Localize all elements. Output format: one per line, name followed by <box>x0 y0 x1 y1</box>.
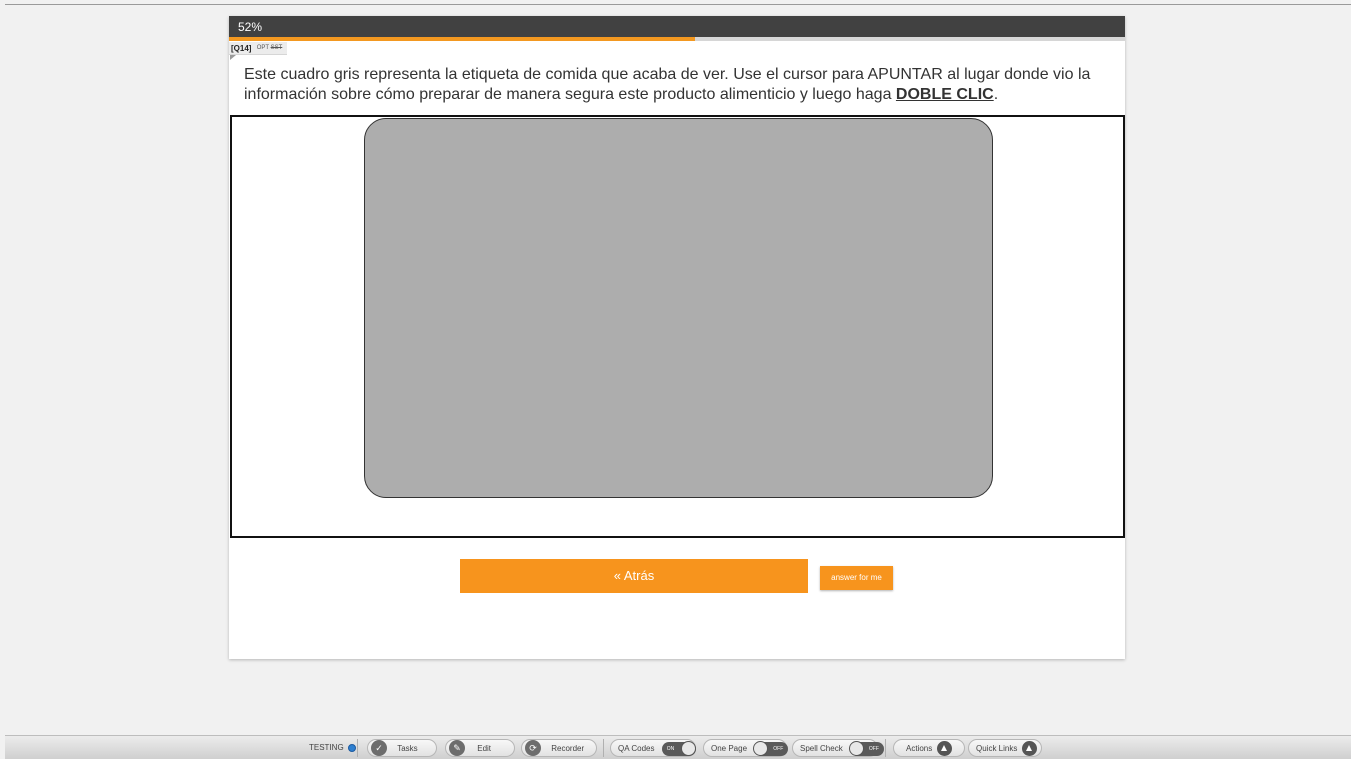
qa-codes-state: ON <box>666 745 675 752</box>
switch-knob-icon <box>848 740 864 756</box>
switch-knob-icon <box>680 740 696 756</box>
switch-knob-icon <box>753 740 769 756</box>
arrow-up-icon <box>1022 741 1038 757</box>
opt-flag: OPT <box>256 45 269 51</box>
spell-check-label: Spell Check <box>800 744 843 753</box>
qa-codes-switch[interactable]: ON <box>661 740 696 756</box>
back-button[interactable]: « Atrás <box>460 559 808 593</box>
question-text: Este cuadro gris representa la etiqueta … <box>244 65 1114 105</box>
progress-header: 52% <box>229 16 1125 38</box>
spell-check-toggle[interactable]: Spell Check OFF <box>792 739 884 757</box>
spell-check-state: OFF <box>868 745 879 752</box>
tag-tail-icon <box>230 55 236 60</box>
quick-links-menu[interactable]: Quick Links <box>968 739 1042 757</box>
actions-label: Actions <box>906 744 933 753</box>
arrow-up-icon <box>937 741 953 757</box>
testing-label: TESTING <box>309 743 344 752</box>
question-emphasis: DOBLE CLIC <box>895 86 994 103</box>
one-page-label: One Page <box>711 744 748 753</box>
click-area-frame <box>230 115 1125 538</box>
spell-check-switch[interactable]: OFF <box>848 740 884 756</box>
actions-menu[interactable]: Actions <box>893 739 965 757</box>
question-id-tag: [Q14] OPT SST <box>229 42 288 55</box>
survey-card: 52% [Q14] OPT SST Este cuadro gris repre… <box>229 16 1125 659</box>
recorder-label: Recorder <box>551 744 585 753</box>
recorder-button[interactable]: ⟳ Recorder <box>521 739 597 757</box>
tasks-button[interactable]: ✓ Tasks <box>367 739 437 757</box>
one-page-switch[interactable]: OFF <box>753 740 789 756</box>
qa-codes-toggle[interactable]: QA Codes ON <box>610 739 696 757</box>
question-id: [Q14] <box>231 44 252 53</box>
question-end: . <box>993 86 999 103</box>
sst-flag: SST <box>270 45 283 51</box>
recorder-icon: ⟳ <box>525 740 541 756</box>
check-icon: ✓ <box>371 740 387 756</box>
quick-links-label: Quick Links <box>976 744 1018 753</box>
testing-indicator: TESTING <box>309 739 356 757</box>
one-page-state: OFF <box>773 745 784 752</box>
toolbar-divider <box>357 739 358 757</box>
edit-label: Edit <box>477 744 492 753</box>
top-divider <box>5 4 1351 5</box>
tasks-label: Tasks <box>397 744 418 753</box>
bottom-toolbar: TESTING ✓ Tasks ✎ Edit ⟳ Recorder QA Cod… <box>5 735 1351 759</box>
toolbar-divider <box>603 739 604 757</box>
progress-bar <box>229 37 1125 41</box>
edit-button[interactable]: ✎ Edit <box>445 739 515 757</box>
edit-icon: ✎ <box>449 740 465 756</box>
answer-for-me-button[interactable]: answer for me <box>820 566 893 590</box>
progress-bar-fill <box>229 37 695 41</box>
progress-label: 52% <box>238 20 263 34</box>
toolbar-divider <box>885 739 886 757</box>
status-dot-icon <box>347 743 356 752</box>
food-label-hotspot[interactable] <box>364 118 993 498</box>
qa-codes-label: QA Codes <box>618 744 655 753</box>
question-flags: OPT SST <box>257 45 283 51</box>
one-page-toggle[interactable]: One Page OFF <box>703 739 789 757</box>
